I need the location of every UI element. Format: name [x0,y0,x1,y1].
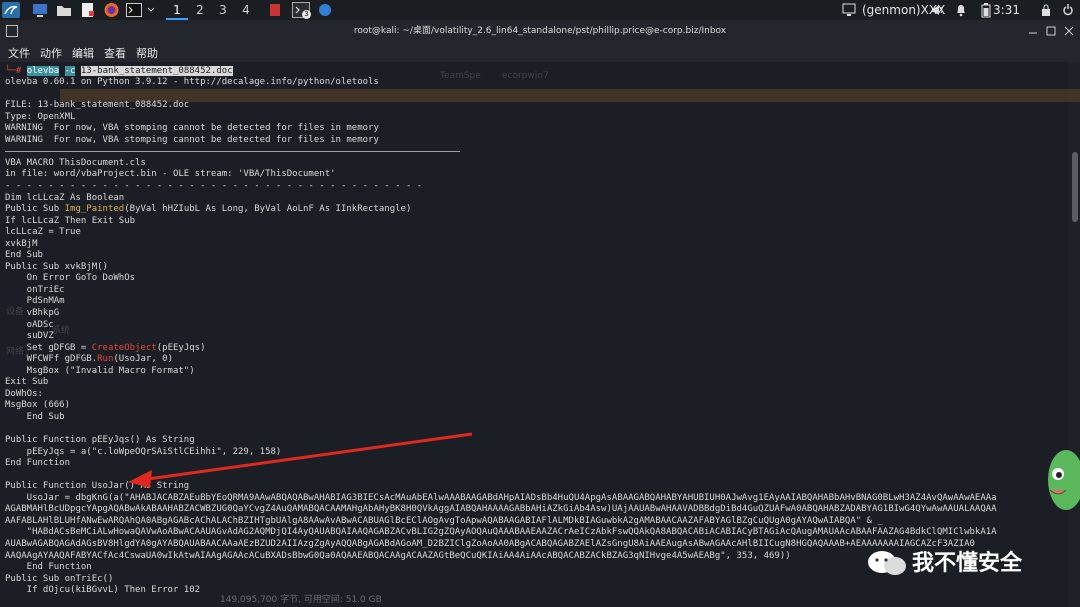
close-icon[interactable] [1064,26,1074,36]
output-line: "HABdACsBeMCiALwHowaQAVwAoABwACAAUAGvAdA… [5,527,997,538]
lock-icon[interactable] [1040,2,1052,18]
menu-help[interactable]: 帮助 [136,45,158,61]
output-line: AAQAAgAYAAQAFABYACfAc4CswaUA0wIkAtwAIAAg… [5,550,791,561]
output-line: End Function [5,562,92,573]
output-line: oADSc [5,319,54,330]
terminal-scrollbar[interactable] [1072,152,1078,222]
clock[interactable]: 3:31 [993,0,1020,20]
workspace-1[interactable]: 1 [166,0,188,20]
output-line: Dim lcLLcaZ As Boolean [5,192,125,203]
terminal-icon[interactable] [126,2,142,18]
workspace-2[interactable]: 2 [189,0,211,20]
output-line: WARNING For now, VBA stomping cannot be … [5,123,379,134]
highlight-suspicious-call: Run [97,354,114,365]
shell-prompt[interactable]: └─# olevba -c 13-bank_statement_088452.d… [5,66,233,76]
ghost-status-bar: 149,095,700 字节, 可用空间: 51.0 GB [220,595,382,605]
window-button-icon[interactable] [268,2,282,18]
output-line: End Sub [5,411,65,422]
output-line: Exit Sub [5,377,49,388]
battery-icon[interactable] [980,2,992,18]
menu-view[interactable]: 查看 [104,45,126,61]
output-line: xvkBjM [5,238,38,249]
output-line: MsgBox ("Invalid Macro Format") [5,365,195,376]
workspace-badge: 3 [302,10,311,19]
output-line: VBA MACRO ThisDocument.cls [5,157,146,168]
ghost-sidebar-system: 系统 [52,326,71,336]
output-line: lcLLcaZ = True [5,227,81,238]
top-panel: 1 2 3 4 3 (genmon)XXX 3:31 [0,0,1080,20]
output-line: PdSnMAm [5,296,65,307]
output-line: AUABwAGABQAGAdAGsBV8HlgdYA0gAYABQAUABAAC… [5,539,975,549]
output-line: On Error GoTo DoWhOs [5,273,136,284]
output-line: olevba 0.60.1 on Python 3.9.12 - http://… [5,77,379,87]
output-line: vBhkpG [5,308,60,318]
output-line: WARNING For now, VBA stomping cannot be … [5,134,379,145]
output-line: Public Function UsoJar() As String [5,481,190,492]
prompt-file: 13-bank_statement_088452.doc [80,66,233,76]
output-line: pEEyJqs = a("c.loWpeOQrSAiStlCEihhi", 22… [5,446,282,457]
output-line: End Sub [5,250,43,261]
workspace-3[interactable]: 3 [212,0,234,20]
volume-icon[interactable] [930,2,944,18]
output-line: Public Sub onTriEc() [5,573,114,584]
prompt-command: olevba [26,66,60,76]
menu-bar: 文件 动作 编辑 查看 帮助 [0,42,1080,62]
output-line: suDVZ [5,331,54,342]
prompt-flag: -c [64,66,76,76]
output-line: - - - - - - - - - - - - - - - - - - - - … [5,180,423,191]
output-line: If dOjcu(kiBGvvL) Then Error 102 [5,585,201,596]
output-line: If lcLLcaZ Then Exit Sub [5,215,136,226]
text-editor-icon[interactable] [80,2,96,18]
menu-action[interactable]: 动作 [40,45,62,61]
output-line: Set gDFGB = CreateObject(pEEyJqs) [5,342,206,353]
kali-logo-icon[interactable] [2,2,20,18]
terminal-window-icon [6,25,18,37]
output-line: Type: OpenXML [5,111,76,122]
background-window-strip [60,89,1080,102]
show-desktop-icon[interactable] [32,2,48,18]
workspace-4[interactable]: 4 [235,0,257,20]
window-title: root@kali: ~/桌面/volatility_2.6_lin64_sta… [353,26,727,36]
output-line: MsgBox (666) [5,400,71,411]
file-manager-icon[interactable] [56,2,72,18]
menu-file[interactable]: 文件 [8,45,30,61]
output-line: Public Sub xvkBjM() [5,261,108,272]
window-titlebar[interactable]: root@kali: ~/桌面/volatility_2.6_lin64_sta… [0,20,1080,42]
output-line: Public Sub Img_Painted(ByVal hHZIubL As … [5,204,412,215]
output-line: Public Function pEEyJqs() As String [5,435,195,446]
output-line: onTriEc [5,284,65,295]
output-line: UsoJar = dbgKnG(a("AHABJACABZAEuBbYEoQRM… [5,492,997,503]
launcher-dropdown-icon[interactable] [146,2,156,18]
ghost-tab-teamspe: TeamSpe [440,71,481,81]
notification-bell-icon[interactable] [955,2,967,18]
output-line: FILE: 13-bank_statement_088452.doc [5,100,190,111]
prompt-arrow: └─# [5,66,27,76]
watermark-text: 我不懂安全 [912,551,1023,576]
output-line: AGABMAHlBcUDpgcYApgAQABwAkABAAHABZACWBZU… [5,504,997,515]
app-window-icon[interactable] [318,2,332,18]
maximize-icon[interactable] [1046,26,1056,36]
highlight-event-name: Img_Painted [64,204,125,215]
ghost-tab-ecorpwin7: ecorpwin7 [502,71,549,81]
highlight-suspicious-call: CreateObject [91,342,157,353]
output-line: DoWhOs: [5,388,43,399]
output-line: in file: word/vbaProject.bin - OLE strea… [5,169,336,180]
mascot-icon [1048,450,1080,510]
output-line: AAFABLAHlBLUHfANwEwARQAhQA0ABgAGABcAChAL… [5,515,883,526]
power-icon[interactable] [1062,2,1074,18]
minimize-icon[interactable] [1028,26,1038,36]
menu-edit[interactable]: 编辑 [72,45,94,61]
firefox-icon[interactable] [103,2,120,18]
separator-line [5,151,460,152]
output-line: WFCWFf gDFGB.Run(UsoJar, 0) [5,354,173,365]
output-line: End Function [5,458,71,469]
network-icon[interactable] [842,2,856,18]
